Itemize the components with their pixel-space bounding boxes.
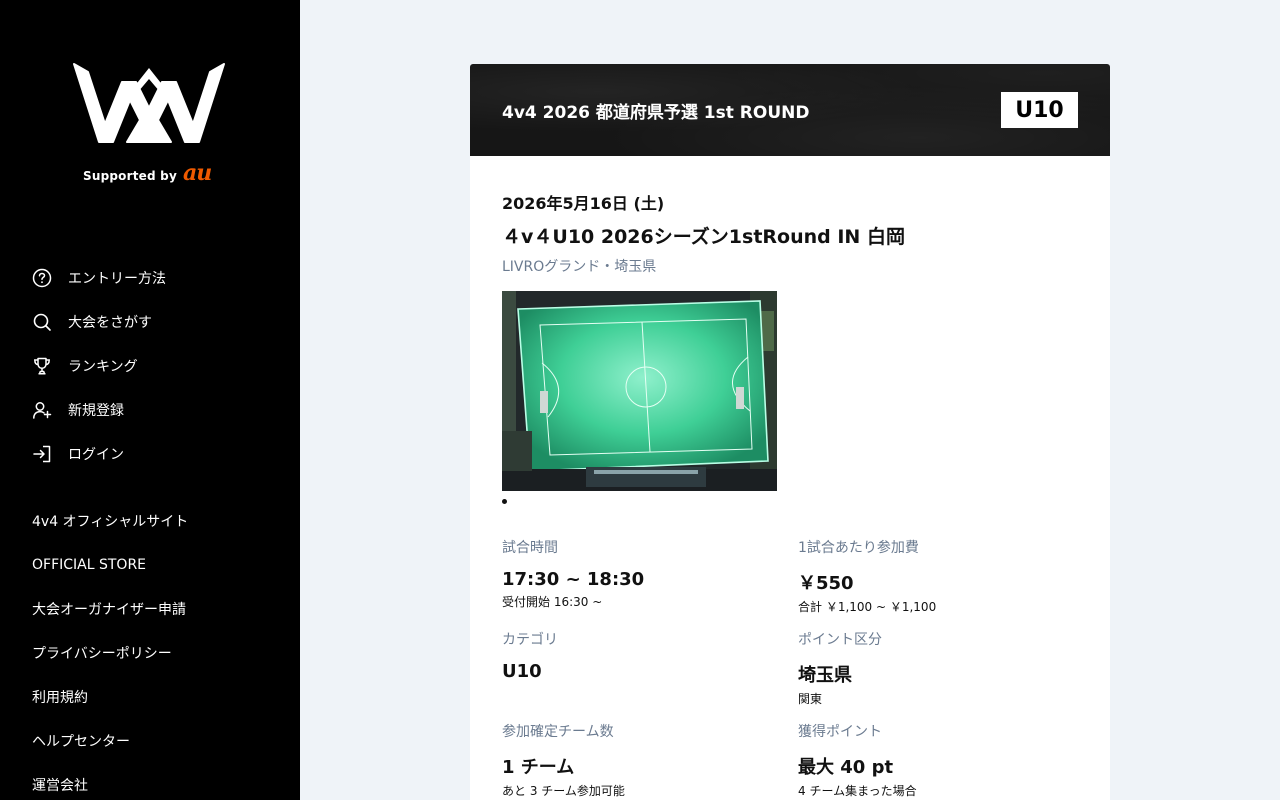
event-card: 4v4 2026 都道府県予選 1st ROUND U10 2026年5月16日… (470, 64, 1110, 800)
supported-by-au: Supported by au (83, 160, 212, 186)
nav-label: ランキング (68, 359, 138, 375)
nav-label: 大会をさがす (68, 315, 152, 331)
link-help-center[interactable]: ヘルプセンター (32, 719, 188, 763)
event-card-header: 4v4 2026 都道府県予選 1st ROUND U10 (470, 64, 1110, 156)
field-aerial-image (502, 291, 777, 491)
crown-logo-icon (73, 63, 225, 143)
link-organizer-application[interactable]: 大会オーガナイザー申請 (32, 587, 188, 631)
carousel-dot[interactable] (502, 499, 507, 504)
category-badge: U10 (1001, 92, 1078, 128)
link-official-site[interactable]: 4v4 オフィシャルサイト (32, 499, 188, 543)
info-value: 1 チーム (502, 757, 575, 778)
info-category: カテゴリ U10 (502, 629, 782, 682)
info-label: 試合時間 (502, 540, 558, 556)
info-value: 17:30 ~ 18:30 (502, 569, 645, 590)
supported-by-text: Supported by (83, 169, 177, 183)
info-sub: 関東 (798, 692, 823, 706)
info-label: 参加確定チーム数 (502, 724, 614, 740)
trophy-icon (32, 356, 52, 376)
info-value: U10 (502, 661, 542, 682)
info-point-area: ポイント区分 埼玉県 関東 (798, 629, 1078, 707)
link-privacy-policy[interactable]: プライバシーポリシー (32, 631, 188, 675)
venue-photo[interactable] (502, 291, 777, 491)
info-label: カテゴリ (502, 632, 558, 648)
info-label: ポイント区分 (798, 632, 882, 648)
info-fee: 1試合あたり参加費 ￥550 合計 ￥1,100 ~ ￥1,100 (798, 537, 1078, 615)
info-confirmed-teams: 参加確定チーム数 1 チーム あと 3 チーム参加可能 (502, 721, 782, 799)
info-label: 獲得ポイント (798, 724, 882, 740)
info-value: 埼玉県 (798, 665, 852, 686)
event-date: 2026年5月16日 (土) (502, 194, 665, 213)
nav-label: エントリー方法 (68, 271, 166, 287)
sidebar-nav: エントリー方法 大会をさがす ランキング 新規登録 ログイン (32, 256, 166, 476)
info-value: ￥550 (798, 573, 854, 594)
tournament-title: 4v4 2026 都道府県予選 1st ROUND (502, 103, 810, 123)
info-label: 1試合あたり参加費 (798, 540, 919, 556)
info-sub: あと 3 チーム参加可能 (502, 784, 625, 798)
user-plus-icon (32, 400, 52, 420)
event-venue: LIVROグランド・埼玉県 (502, 259, 657, 275)
link-terms[interactable]: 利用規約 (32, 675, 188, 719)
link-official-store[interactable]: OFFICIAL STORE (32, 543, 188, 587)
nav-item-register[interactable]: 新規登録 (32, 388, 166, 432)
info-sub: 受付開始 16:30 ~ (502, 595, 603, 609)
info-sub: 合計 ￥1,100 ~ ￥1,100 (798, 600, 937, 614)
nav-item-ranking[interactable]: ランキング (32, 344, 166, 388)
search-icon (32, 312, 52, 332)
nav-item-login[interactable]: ログイン (32, 432, 166, 476)
au-logo: au (182, 160, 212, 186)
link-company[interactable]: 運営会社 (32, 763, 188, 800)
nav-label: 新規登録 (68, 403, 124, 419)
nav-item-entry-method[interactable]: エントリー方法 (32, 256, 166, 300)
event-name: ４v４U10 2026シーズン1stRound IN 白岡 (502, 226, 905, 248)
info-sub: 4 チーム集まった場合 (798, 784, 917, 798)
login-icon (32, 444, 52, 464)
info-earned-points: 獲得ポイント 最大 40 pt 4 チーム集まった場合 (798, 721, 1078, 799)
sidebar: Supported by au エントリー方法 大会をさがす ランキング 新規登… (0, 0, 300, 800)
sidebar-links: 4v4 オフィシャルサイト OFFICIAL STORE 大会オーガナイザー申請… (32, 499, 188, 800)
help-circle-icon (32, 268, 52, 288)
info-value: 最大 40 pt (798, 757, 894, 778)
brand-logo[interactable]: Supported by au (72, 62, 226, 186)
nav-label: ログイン (68, 447, 124, 463)
nav-item-search[interactable]: 大会をさがす (32, 300, 166, 344)
info-match-time: 試合時間 17:30 ~ 18:30 受付開始 16:30 ~ (502, 537, 782, 610)
